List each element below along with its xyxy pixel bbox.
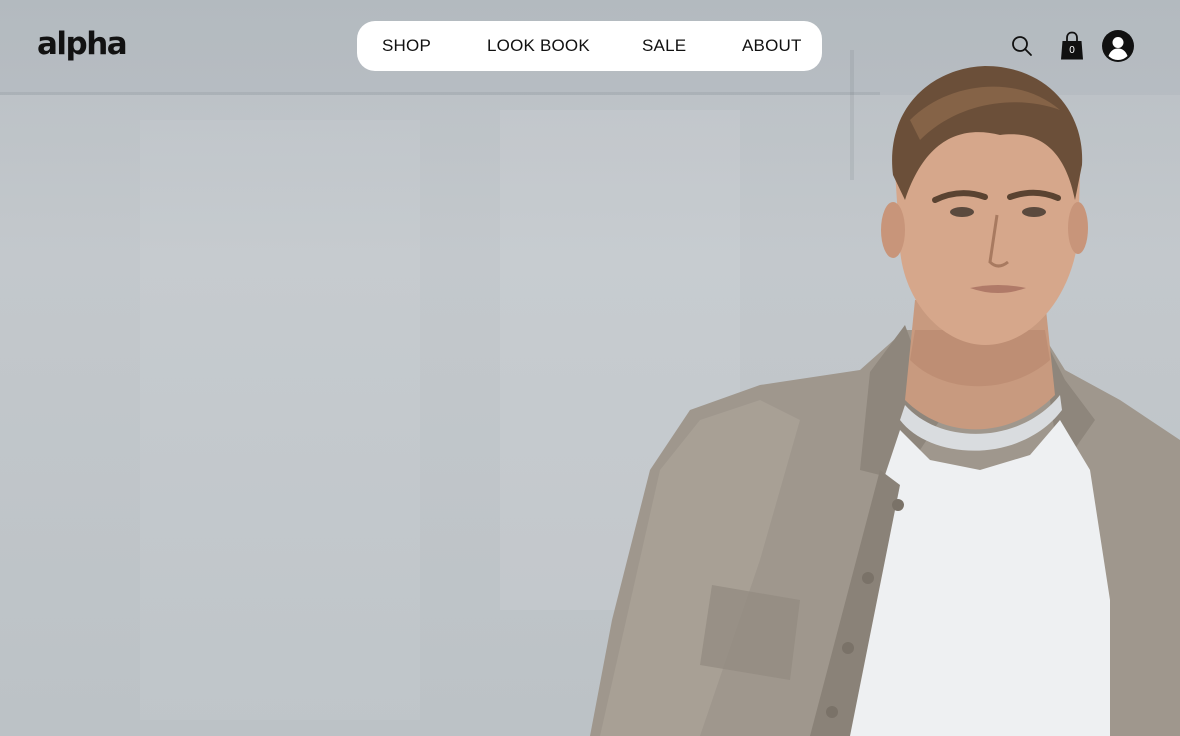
- search-button[interactable]: [1011, 35, 1033, 57]
- brand-logo[interactable]: alpha: [37, 24, 128, 64]
- nav-item-sale[interactable]: SALE: [642, 36, 686, 56]
- user-avatar-icon: [1102, 30, 1134, 62]
- nav-item-shop[interactable]: SHOP: [382, 36, 431, 56]
- search-icon: [1012, 36, 1032, 56]
- hero-banner: alpha SHOP LOOK BOOK SALE ABOUT 0: [0, 0, 1180, 736]
- account-button[interactable]: [1102, 30, 1134, 62]
- model-photo: [590, 66, 1180, 736]
- cart-button[interactable]: 0: [1060, 31, 1084, 61]
- site-header: alpha SHOP LOOK BOOK SALE ABOUT 0: [0, 0, 1180, 92]
- cart-count-badge: 0: [1069, 45, 1075, 56]
- main-nav: SHOP LOOK BOOK SALE ABOUT: [357, 21, 822, 71]
- nav-item-about[interactable]: ABOUT: [742, 36, 802, 56]
- nav-item-look-book[interactable]: LOOK BOOK: [487, 36, 590, 56]
